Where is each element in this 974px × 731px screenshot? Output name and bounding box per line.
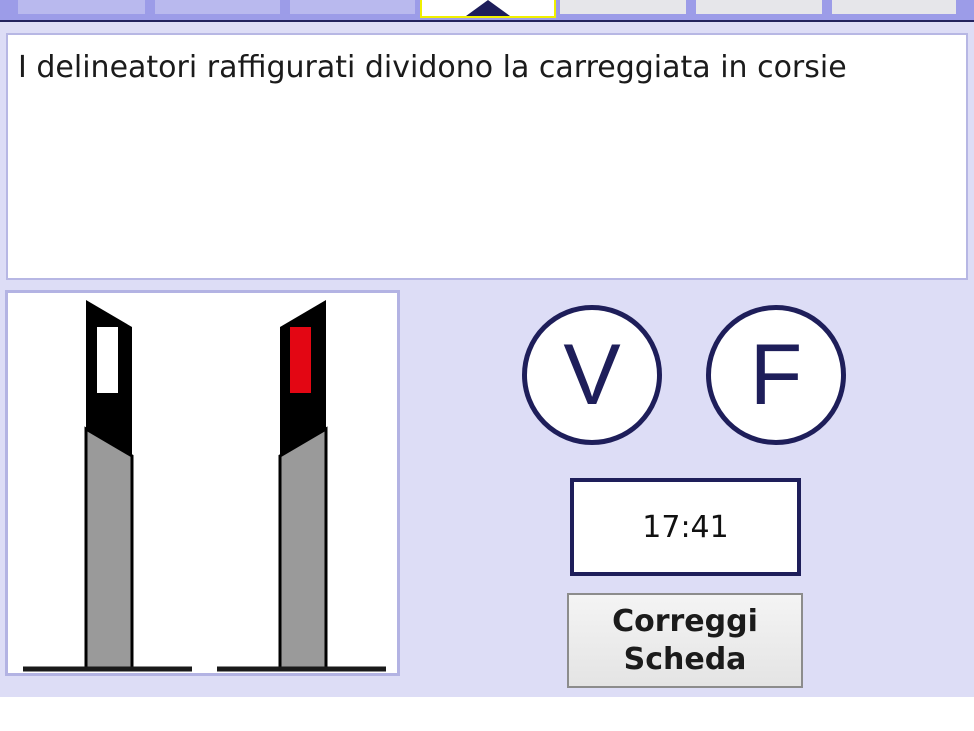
correggi-label-line1: Correggi xyxy=(612,604,758,639)
delineators-illustration xyxy=(23,300,386,672)
question-tab[interactable] xyxy=(560,0,686,14)
countdown-timer: 17:41 xyxy=(570,478,801,576)
true-answer-label: V xyxy=(563,327,621,423)
false-answer-button[interactable]: F xyxy=(706,305,846,445)
delineator-left xyxy=(84,300,134,671)
triangle-up-icon xyxy=(466,0,510,16)
question-tab[interactable] xyxy=(290,0,415,14)
correggi-scheda-button[interactable]: Correggi Scheda xyxy=(567,593,803,688)
question-box: I delineatori raffigurati dividono la ca… xyxy=(6,33,968,280)
question-tab[interactable] xyxy=(832,0,956,14)
question-tab[interactable] xyxy=(155,0,280,14)
false-answer-label: F xyxy=(749,327,803,423)
question-text: I delineatori raffigurati dividono la ca… xyxy=(18,50,847,85)
question-tab[interactable] xyxy=(696,0,822,14)
current-question-tab[interactable] xyxy=(420,0,556,18)
correggi-label-line2: Scheda xyxy=(623,642,747,677)
question-image xyxy=(5,290,400,676)
question-tab-bar xyxy=(0,0,974,22)
quiz-app: I delineatori raffigurati dividono la ca… xyxy=(0,0,974,697)
timer-value: 17:41 xyxy=(642,510,729,545)
question-tab[interactable] xyxy=(18,0,145,14)
delineator-right xyxy=(278,300,328,671)
true-answer-button[interactable]: V xyxy=(522,305,662,445)
